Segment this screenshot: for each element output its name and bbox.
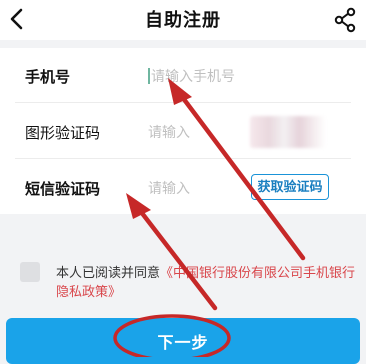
- text-cursor: [148, 68, 150, 84]
- divider: [15, 158, 351, 159]
- phone-row: 手机号 请输入手机号: [0, 48, 366, 103]
- sms-input[interactable]: 请输入: [148, 178, 258, 198]
- registration-form: 手机号 请输入手机号 图形验证码 请输入 短信验证码 请输入 获取验证码: [0, 48, 366, 214]
- captcha-label: 图形验证码: [25, 124, 101, 142]
- next-button-label: 下一步: [157, 333, 209, 352]
- agree-checkbox[interactable]: [20, 262, 40, 282]
- captcha-image[interactable]: [250, 116, 326, 148]
- phone-input[interactable]: 请输入手机号: [151, 66, 261, 86]
- captcha-input[interactable]: 请输入: [148, 122, 258, 142]
- app-header: 自助注册: [0, 0, 366, 40]
- phone-label: 手机号: [25, 68, 71, 86]
- agreement-label: 本人已阅读并同意: [56, 266, 161, 281]
- page-title: 自助注册: [145, 10, 221, 31]
- captcha-row: 图形验证码 请输入: [0, 104, 366, 159]
- sms-label: 短信验证码: [25, 180, 101, 198]
- get-code-button[interactable]: 获取验证码: [251, 174, 329, 200]
- share-icon[interactable]: [332, 6, 358, 34]
- divider: [15, 102, 351, 103]
- sms-row: 短信验证码 请输入 获取验证码: [0, 160, 366, 215]
- next-button[interactable]: 下一步: [6, 318, 360, 364]
- agreement-text: 本人已阅读并同意《中国银行股份有限公司手机银行隐私政策》: [56, 264, 356, 302]
